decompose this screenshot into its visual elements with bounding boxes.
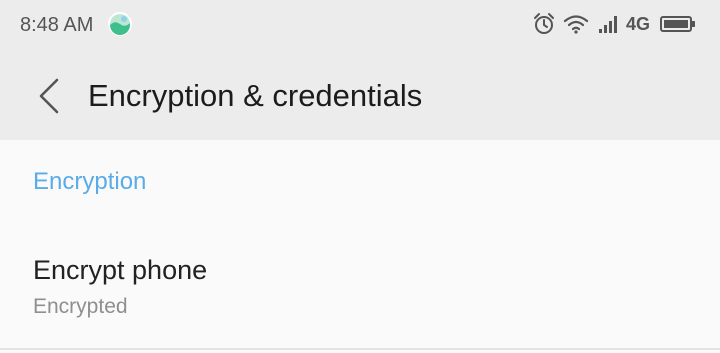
- chevron-left-icon: [39, 78, 59, 114]
- network-type-label: 4G: [626, 14, 651, 34]
- weather-app-icon: [108, 12, 132, 36]
- encrypt-phone-item[interactable]: Encrypt phone Encrypted: [0, 238, 720, 350]
- alarm-icon: [534, 13, 554, 34]
- status-bar: 8:48 AM 4G: [0, 0, 720, 50]
- signal-icon: [599, 16, 617, 33]
- wifi-icon: [563, 15, 589, 34]
- divider: [0, 348, 720, 350]
- list-item-subtitle: Encrypted: [33, 295, 128, 318]
- status-time: 8:48 AM: [20, 14, 94, 36]
- back-button[interactable]: [22, 70, 72, 120]
- app-bar: Encryption & credentials: [0, 50, 720, 140]
- page-title: Encryption & credentials: [88, 78, 423, 113]
- list-item-title: Encrypt phone: [33, 255, 208, 285]
- status-icons: 4G: [532, 10, 702, 38]
- section-header-encryption: Encryption: [33, 168, 147, 195]
- battery-icon: [660, 16, 695, 32]
- settings-content: Encryption Encrypt phone Encrypted: [0, 140, 720, 353]
